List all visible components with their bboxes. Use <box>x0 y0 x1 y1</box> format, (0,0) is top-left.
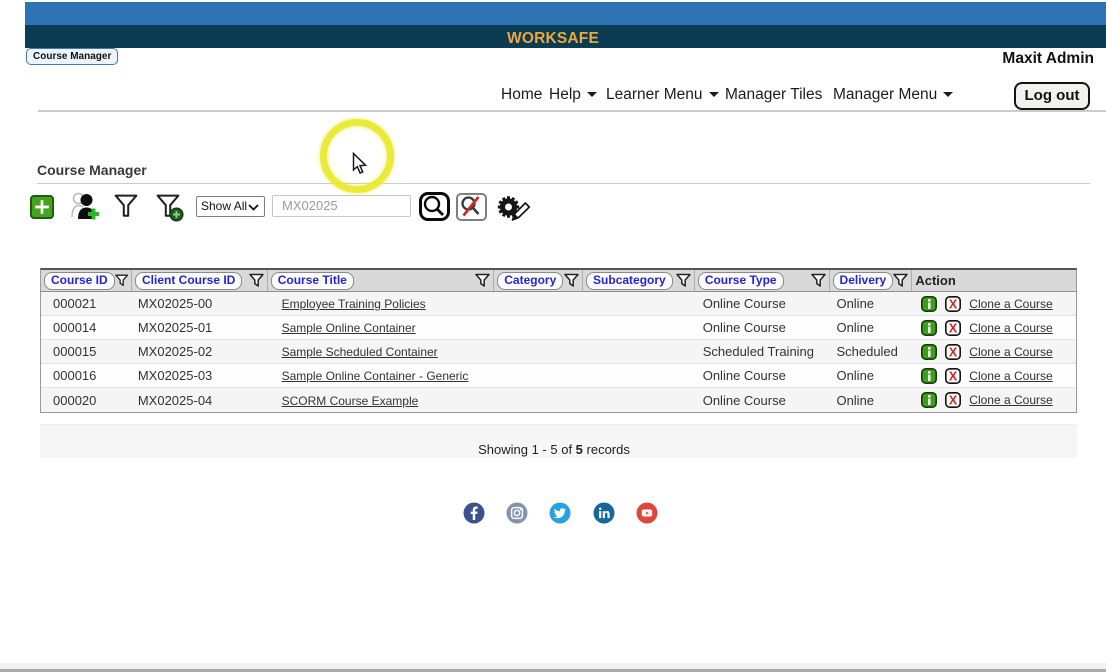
svg-text:X: X <box>949 297 958 311</box>
svg-text:X: X <box>949 369 958 383</box>
svg-text:X: X <box>949 345 958 359</box>
svg-text:X: X <box>949 321 958 335</box>
svg-text:X: X <box>949 394 958 408</box>
